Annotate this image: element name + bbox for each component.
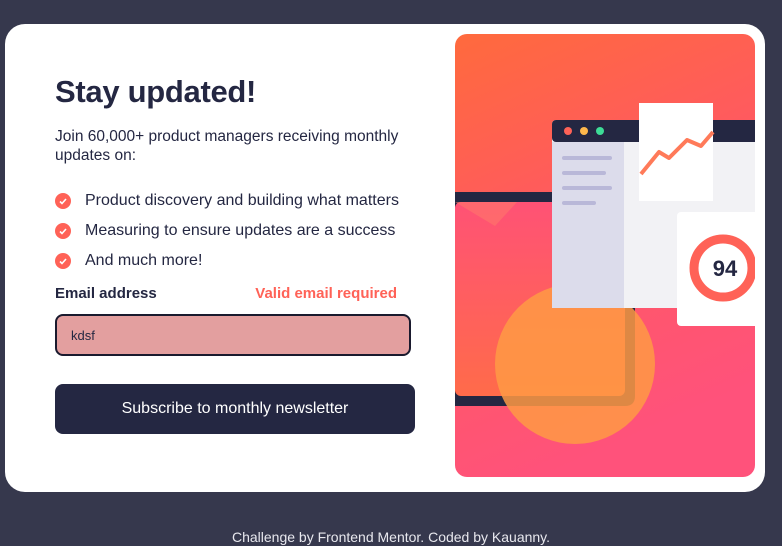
footer-attribution: Challenge by Frontend Mentor. Coded by K…	[231, 529, 551, 545]
page-title: Stay updated!	[55, 74, 257, 109]
list-item: And much more!	[55, 246, 399, 276]
feature-text: Measuring to ensure updates are a succes…	[85, 222, 396, 239]
score-label: 94	[712, 256, 738, 281]
check-icon	[55, 193, 71, 209]
feature-text: And much more!	[85, 252, 203, 269]
feature-list: Product discovery and building what matt…	[55, 186, 399, 276]
email-field[interactable]	[55, 314, 411, 356]
list-item: Measuring to ensure updates are a succes…	[55, 216, 399, 246]
hero-illustration: 94	[455, 34, 755, 477]
check-icon	[55, 223, 71, 239]
subscribe-button[interactable]: Subscribe to monthly newsletter	[55, 384, 415, 434]
intro-text: Join 60,000+ product managers receiving …	[55, 128, 399, 164]
list-item: Product discovery and building what matt…	[55, 186, 399, 216]
email-label: Email address	[55, 285, 157, 302]
error-message: Valid email required	[255, 285, 397, 302]
check-icon	[55, 253, 71, 269]
signup-card: Stay updated! Join 60,000+ product manag…	[5, 24, 765, 492]
feature-text: Product discovery and building what matt…	[85, 192, 399, 209]
